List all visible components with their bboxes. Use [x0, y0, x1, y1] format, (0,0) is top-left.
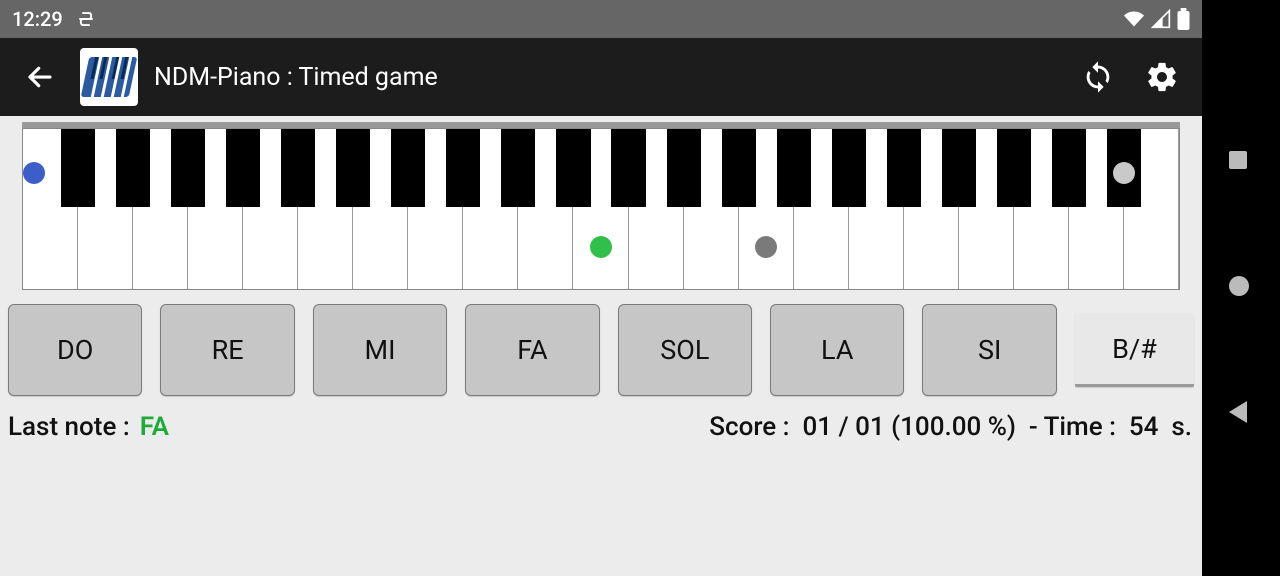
piano-black-key[interactable]: [777, 129, 811, 207]
piano-black-key[interactable]: [391, 129, 425, 207]
signal-icon: [1151, 9, 1171, 29]
piano-black-key[interactable]: [171, 129, 205, 207]
piano-marker-dot: [1113, 162, 1135, 184]
strike-icon: [77, 10, 95, 28]
status-line: Last note : FA Score : 01 / 01 (100.00 %…: [0, 400, 1202, 442]
back-button[interactable]: [16, 53, 64, 101]
piano-black-key[interactable]: [556, 129, 590, 207]
piano-black-key[interactable]: [446, 129, 480, 207]
piano-black-key[interactable]: [832, 129, 866, 207]
piano-black-key[interactable]: [942, 129, 976, 207]
piano-black-key[interactable]: [61, 129, 95, 207]
piano-black-key[interactable]: [722, 129, 756, 207]
overview-button[interactable]: [1229, 151, 1253, 175]
piano-black-key[interactable]: [501, 129, 535, 207]
piano-black-key[interactable]: [116, 129, 150, 207]
score-readout: Score : 01 / 01 (100.00 %) - Time : 54 s…: [709, 412, 1192, 442]
android-status-bar: 12:29: [0, 0, 1202, 38]
piano-black-key[interactable]: [226, 129, 260, 207]
piano-black-key[interactable]: [887, 129, 921, 207]
note-button-do[interactable]: DO: [8, 304, 142, 396]
back-nav-button[interactable]: [1229, 401, 1253, 425]
piano-black-key[interactable]: [611, 129, 645, 207]
last-note-label: Last note :: [8, 412, 130, 442]
last-note-value: FA: [140, 412, 169, 442]
refresh-button[interactable]: [1074, 53, 1122, 101]
piano-black-key[interactable]: [281, 129, 315, 207]
piano-black-key[interactable]: [336, 129, 370, 207]
wifi-icon: [1123, 9, 1145, 29]
piano-black-key[interactable]: [1052, 129, 1086, 207]
note-button-la[interactable]: LA: [770, 304, 904, 396]
piano-marker-dot: [23, 162, 45, 184]
accidental-toggle[interactable]: B/#: [1075, 313, 1194, 387]
note-button-sol[interactable]: SOL: [618, 304, 752, 396]
note-button-si[interactable]: SI: [922, 304, 1056, 396]
app-toolbar: NDM-Piano : Timed game: [0, 38, 1202, 116]
note-buttons-row: DOREMIFASOLLASI B/#: [0, 290, 1202, 400]
page-title: NDM-Piano : Timed game: [154, 63, 1058, 92]
note-button-mi[interactable]: MI: [313, 304, 447, 396]
piano-marker-dot: [590, 236, 612, 258]
piano-keyboard[interactable]: [22, 128, 1180, 290]
note-button-re[interactable]: RE: [160, 304, 294, 396]
status-time: 12:29: [12, 7, 63, 31]
app-logo: [80, 48, 138, 106]
android-nav-bar: [1202, 0, 1280, 576]
note-button-fa[interactable]: FA: [465, 304, 599, 396]
piano-black-key[interactable]: [997, 129, 1031, 207]
piano-marker-dot: [755, 236, 777, 258]
battery-icon: [1177, 8, 1190, 30]
settings-button[interactable]: [1138, 53, 1186, 101]
piano-black-key[interactable]: [667, 129, 701, 207]
piano-container: [0, 116, 1202, 290]
home-button[interactable]: [1229, 276, 1253, 300]
